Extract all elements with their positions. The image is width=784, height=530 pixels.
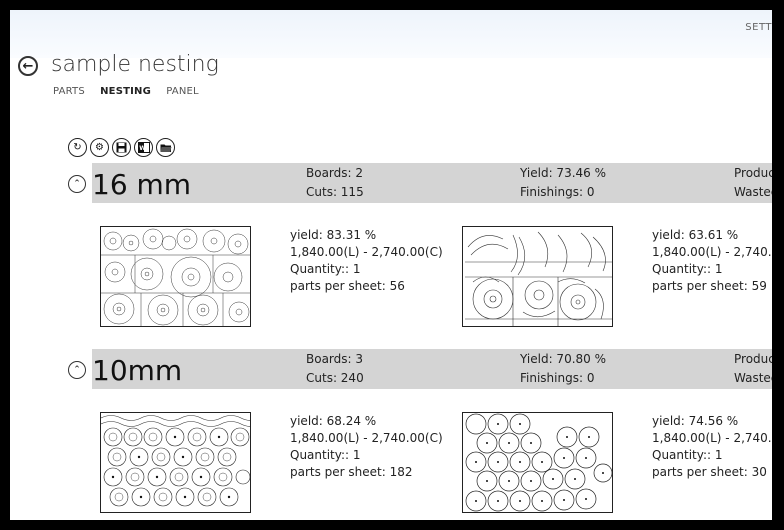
parts-per-sheet: parts per sheet: 30 [652,465,767,479]
nesting-layout-image [465,231,612,326]
collapse-button[interactable]: ⌃ [68,175,86,193]
group-header: Boards: 2 Cuts: 115 Yield: 73.46 % Finis… [92,163,772,203]
settings-link[interactable]: SETT [745,22,772,33]
top-bar: SETT [10,10,772,58]
chevron-up-icon: ⌃ [73,179,81,189]
parts-per-sheet: parts per sheet: 59 [652,279,767,293]
tab-bar: PARTS NESTING PANEL [53,86,211,97]
arrow-left-icon: ← [22,58,34,74]
nesting-layout-image [465,413,612,512]
nesting-sheet-preview[interactable] [462,412,613,513]
sheet-info: yield: 63.61 % 1,840.00(L) - 2,740.00 Qu… [652,227,772,295]
tab-panel[interactable]: PANEL [166,86,199,97]
back-button[interactable]: ← [18,56,38,76]
wasted-label: Wastec [734,185,772,199]
wasted-label: Wastec [734,371,772,385]
gear-icon: ⚙ [95,142,104,153]
sheet-size: 1,840.00(L) - 2,740.00 [652,431,772,445]
tab-nesting[interactable]: NESTING [100,86,151,97]
word-export-button[interactable]: W [134,138,153,157]
sheet-yield: yield: 83.31 % [290,228,377,242]
page-title: sample nesting [51,52,219,77]
save-button[interactable] [112,138,131,157]
sheet-yield: yield: 68.24 % [290,414,377,428]
sheet-size: 1,840.00(L) - 2,740.00(C) [290,245,443,259]
finishings-count: Finishings: 0 [520,185,595,199]
collapse-button[interactable]: ⌃ [68,361,86,379]
chevron-up-icon: ⌃ [73,365,81,375]
nesting-sheet-preview[interactable] [462,226,613,327]
settings-button[interactable]: ⚙ [90,138,109,157]
group-yield: Yield: 70.80 % [520,352,606,366]
sheet-size: 1,840.00(L) - 2,740.00 [652,245,772,259]
production-label: Produc [734,352,772,366]
nesting-layout-image [101,228,250,326]
sheet-quantity: Quantity:: 1 [290,448,361,462]
open-folder-button[interactable] [156,138,175,157]
svg-text:W: W [139,145,146,152]
group-title: 16 mm [92,168,192,201]
refresh-button[interactable]: ↻ [68,138,87,157]
group-header: Boards: 3 Cuts: 240 Yield: 70.80 % Finis… [92,349,772,389]
nesting-sheet-preview[interactable] [100,226,251,327]
parts-per-sheet: parts per sheet: 182 [290,465,413,479]
group-title: 10mm [92,354,183,387]
refresh-icon: ↻ [73,142,82,153]
sheet-info: yield: 74.56 % 1,840.00(L) - 2,740.00 Qu… [652,413,772,481]
sheet-info: yield: 83.31 % 1,840.00(L) - 2,740.00(C)… [290,227,443,295]
group-yield: Yield: 73.46 % [520,166,606,180]
boards-count: Boards: 3 [306,352,364,366]
sheet-quantity: Quantity:: 1 [652,448,723,462]
cuts-count: Cuts: 240 [306,371,364,385]
parts-per-sheet: parts per sheet: 56 [290,279,405,293]
sheet-size: 1,840.00(L) - 2,740.00(C) [290,431,443,445]
nesting-layout-image [101,415,250,507]
open-folder-icon [160,144,171,152]
nesting-sheet-preview[interactable] [100,412,251,513]
word-export-icon: W [137,142,150,153]
toolbar: ↻ ⚙ W [68,138,175,157]
sheet-yield: yield: 63.61 % [652,228,739,242]
nesting-group: ⌃ Boards: 3 Cuts: 240 Yield: 70.80 % Fin… [68,349,772,520]
production-label: Produc [734,166,772,180]
sheet-info: yield: 68.24 % 1,840.00(L) - 2,740.00(C)… [290,413,443,481]
cuts-count: Cuts: 115 [306,185,364,199]
nesting-group: ⌃ Boards: 2 Cuts: 115 Yield: 73.46 % Fin… [68,163,772,338]
tab-parts[interactable]: PARTS [53,86,85,97]
sheet-quantity: Quantity:: 1 [290,262,361,276]
boards-count: Boards: 2 [306,166,364,180]
save-icon [116,142,127,153]
sheet-yield: yield: 74.56 % [652,414,739,428]
sheet-quantity: Quantity:: 1 [652,262,723,276]
app-window: SETT ← sample nesting PARTS NESTING PANE… [10,10,772,520]
finishings-count: Finishings: 0 [520,371,595,385]
